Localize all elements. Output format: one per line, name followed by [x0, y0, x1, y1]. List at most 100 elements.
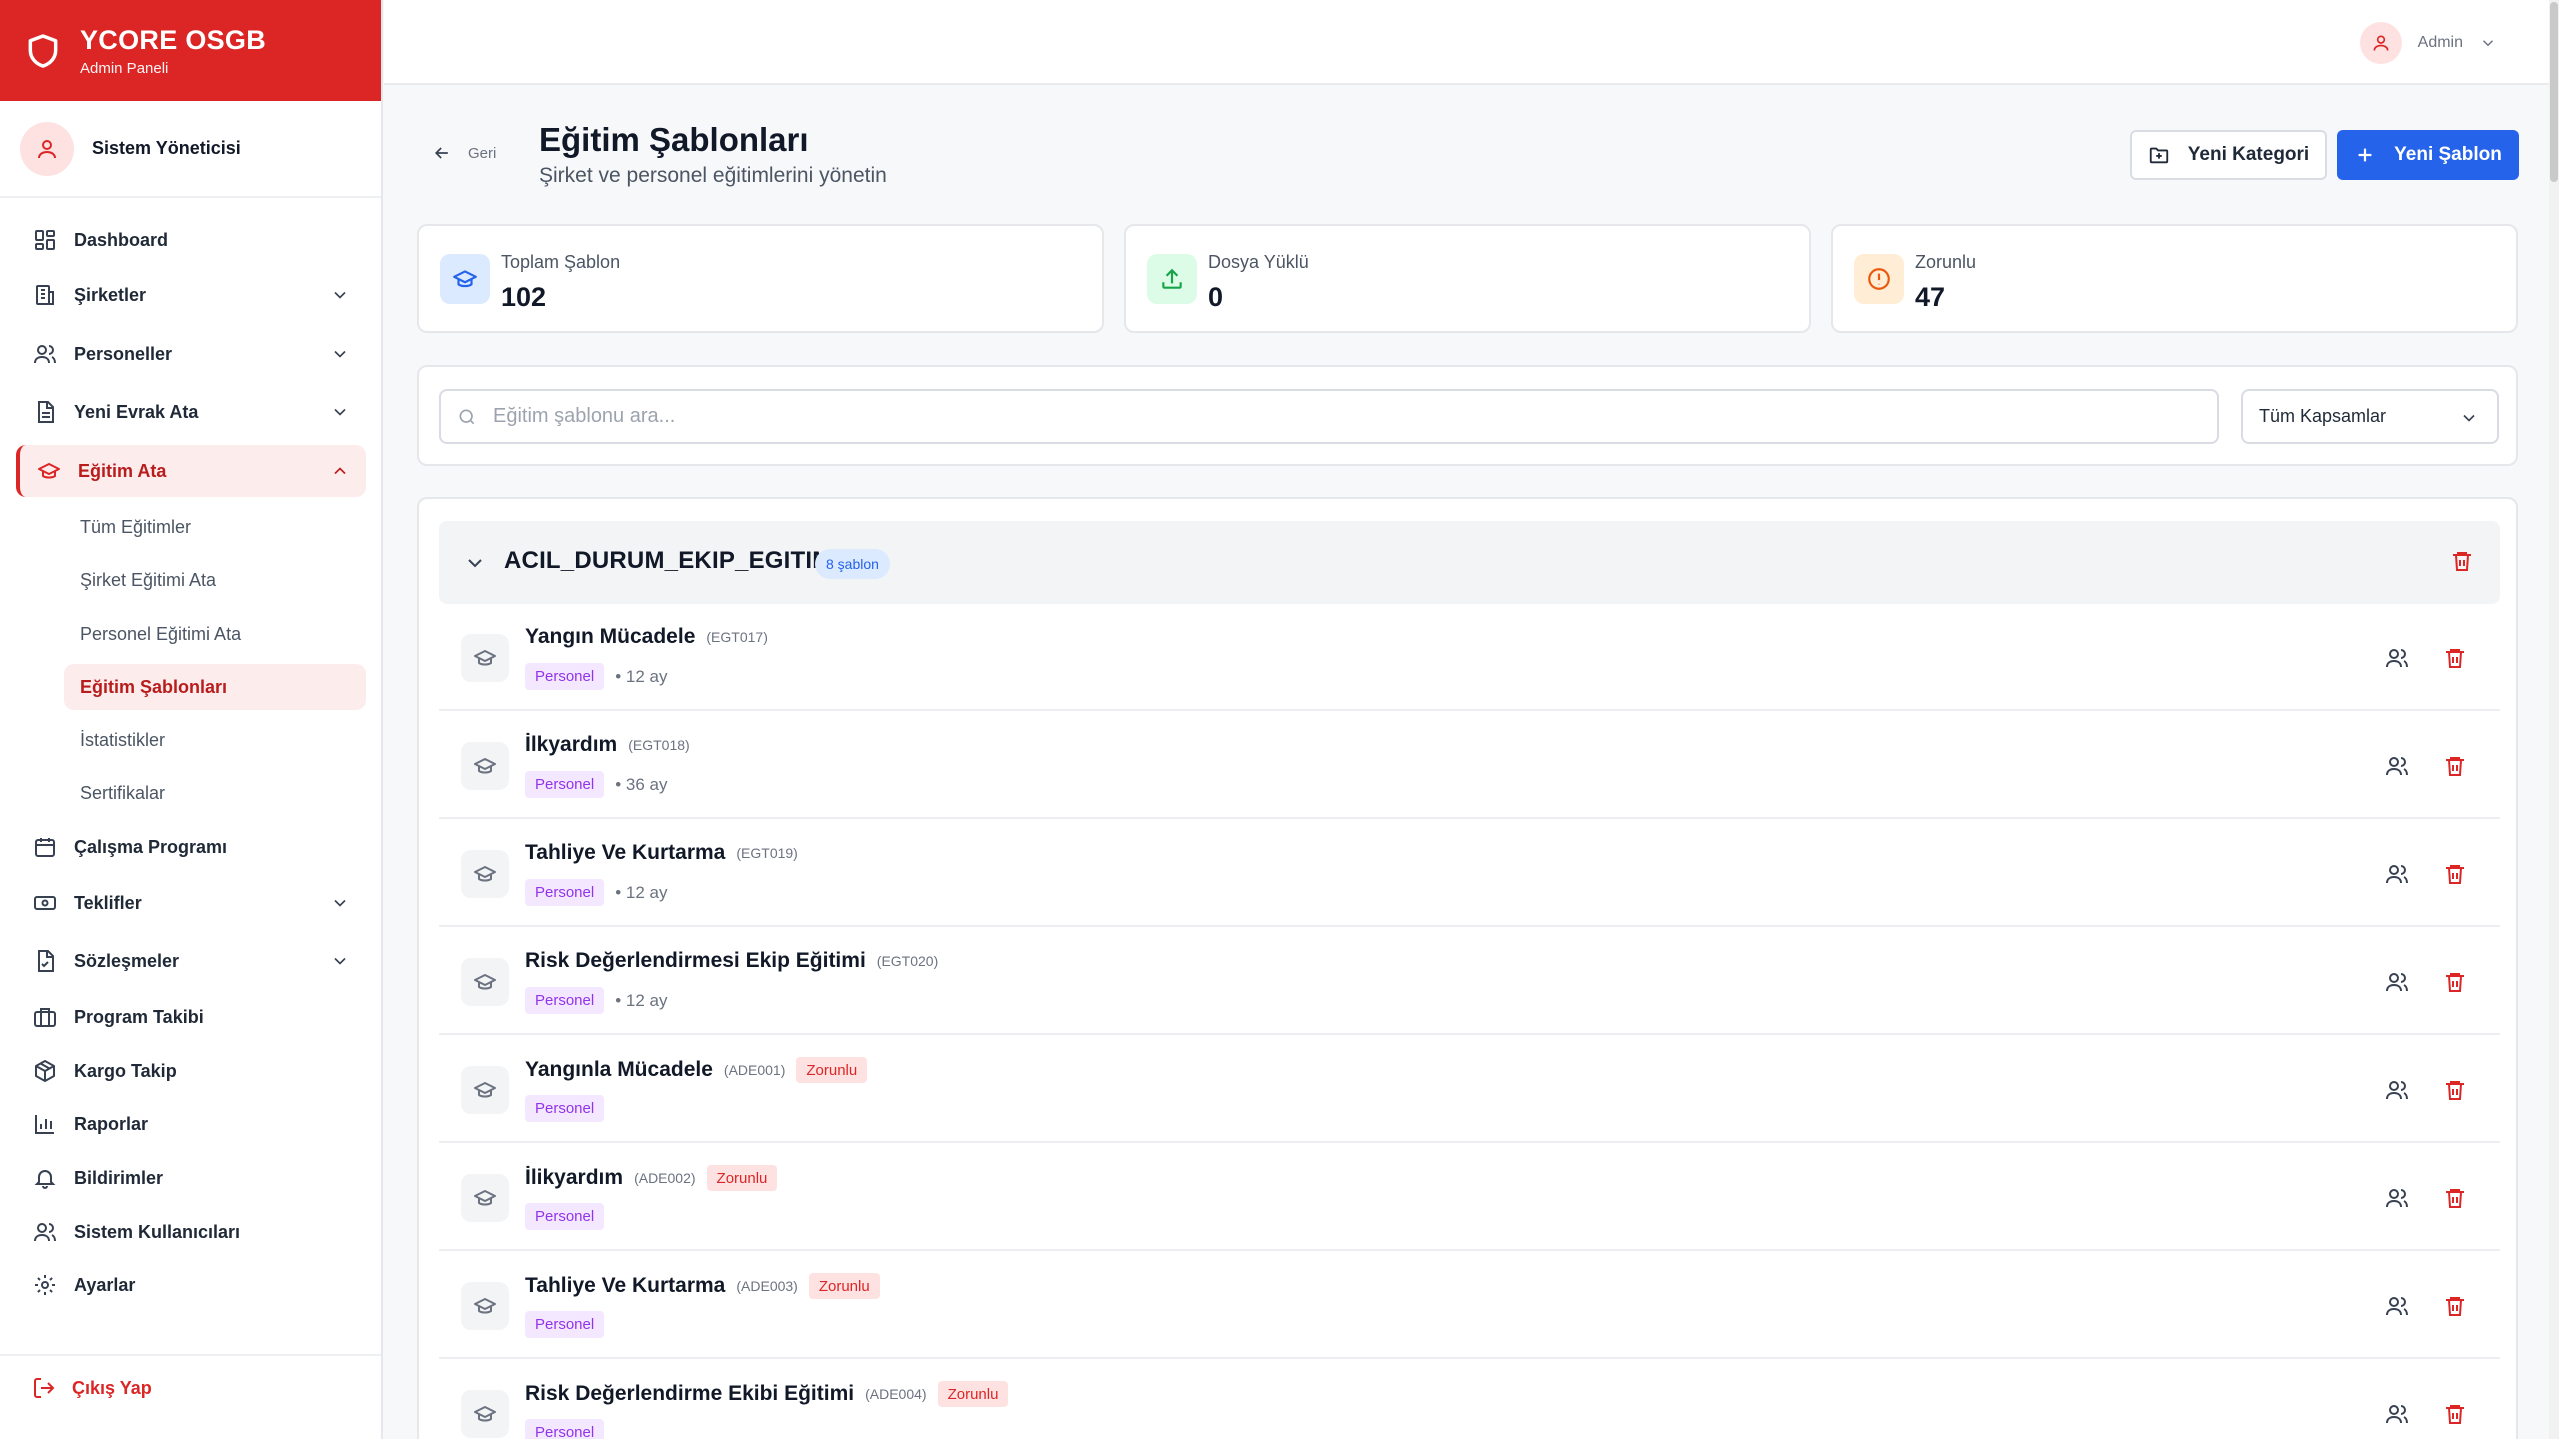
- sidebar-item-label: Eğitim Ata: [78, 460, 167, 481]
- graduation-cap-icon: [474, 1190, 496, 1206]
- assign-users-icon[interactable]: [2385, 1294, 2409, 1318]
- category-header[interactable]: ACIL_DURUM_EKIP_EGITIM 8 şablon: [439, 521, 2500, 604]
- assign-users-icon[interactable]: [2385, 1402, 2409, 1426]
- back-button[interactable]: Geri: [432, 143, 496, 163]
- template-code: (EGT018): [628, 737, 690, 753]
- sidebar-item-personeller[interactable]: Personeller: [16, 328, 366, 380]
- sidebar-item-label: Yeni Evrak Ata: [74, 401, 199, 422]
- sidebar-subitem-egitim-sablonlari[interactable]: Eğitim Şablonları: [64, 664, 366, 710]
- sidebar-item-label: Teklifler: [74, 892, 142, 913]
- required-badge: Zorunlu: [808, 1273, 880, 1299]
- sidebar-subitem-sertifikalar[interactable]: Sertifikalar: [64, 770, 366, 816]
- calendar-icon: [35, 838, 55, 857]
- trash-icon[interactable]: [2443, 1078, 2467, 1102]
- scope-select[interactable]: Tüm Kapsamlar: [2241, 389, 2499, 444]
- trash-icon[interactable]: [2443, 754, 2467, 778]
- assign-users-icon[interactable]: [2385, 754, 2409, 778]
- template-name: İlikyardım: [525, 1166, 624, 1189]
- back-label: Geri: [468, 144, 497, 162]
- assign-users-icon[interactable]: [2385, 862, 2409, 886]
- sidebar-item-egitim-ata[interactable]: Eğitim Ata: [16, 445, 366, 497]
- search-icon: [459, 409, 475, 424]
- topbar: Admin: [384, 0, 2549, 85]
- logout-label: Çıkış Yap: [72, 1377, 152, 1398]
- user-menu[interactable]: Admin: [2359, 22, 2497, 64]
- sidebar-item-sistem-kullanicilari[interactable]: Sistem Kullanıcıları: [16, 1206, 366, 1258]
- stat-label: Toplam Şablon: [501, 252, 621, 272]
- template-name: Risk Değerlendirmesi Ekip Eğitimi: [525, 949, 866, 972]
- trash-icon[interactable]: [2443, 862, 2467, 886]
- stat-value: 47: [1915, 282, 1946, 312]
- template-row: Tahliye Ve Kurtarma (EGT019) Personel • …: [439, 820, 2500, 927]
- brand-title: YCORE OSGB: [80, 24, 267, 55]
- sidebar-item-teklifler[interactable]: Teklifler: [16, 877, 366, 929]
- sidebar-item-label: Raporlar: [74, 1113, 149, 1134]
- stat-card-required: Zorunlu 47: [1831, 224, 2518, 333]
- user-icon: [2373, 35, 2389, 51]
- sidebar-item-label: Personeller: [74, 343, 173, 364]
- trash-icon[interactable]: [2443, 970, 2467, 994]
- search-box[interactable]: [439, 389, 2219, 444]
- new-template-label: Yeni Şablon: [2394, 144, 2502, 165]
- graduation-cap-icon: [474, 974, 496, 990]
- assign-users-icon[interactable]: [2385, 646, 2409, 670]
- assign-users-icon[interactable]: [2385, 1186, 2409, 1210]
- bar-chart-icon: [35, 1115, 54, 1134]
- sidebar-subitem-sirket-egitimi[interactable]: Şirket Eğitimi Ata: [64, 557, 366, 603]
- new-template-button[interactable]: Yeni Şablon: [2337, 130, 2519, 180]
- sidebar-item-bildirimler[interactable]: Bildirimler: [16, 1152, 366, 1204]
- chevron-down-icon: [334, 408, 346, 416]
- category-count-badge: 8 şablon: [815, 549, 890, 579]
- search-input[interactable]: [493, 405, 2193, 428]
- scope-tag: Personel: [525, 771, 605, 798]
- plus-icon: [2358, 148, 2372, 162]
- sidebar-item-yeni-evrak[interactable]: Yeni Evrak Ata: [16, 386, 366, 438]
- graduation-cap-icon: [474, 1082, 496, 1098]
- scope-select-value: Tüm Kapsamlar: [2259, 406, 2387, 426]
- scrollbar-thumb[interactable]: [2550, 2, 2558, 182]
- sidebar-item-sozlesmeler[interactable]: Sözleşmeler: [16, 935, 366, 987]
- stat-card-uploaded: Dosya Yüklü 0: [1124, 224, 1811, 333]
- template-name: İlkyardım: [525, 733, 618, 756]
- folder-plus-icon: [2149, 147, 2168, 164]
- sidebar-item-kargo-takip[interactable]: Kargo Takip: [16, 1045, 366, 1097]
- template-duration: • 12 ay: [615, 990, 668, 1010]
- sidebar-item-label: Sistem Kullanıcıları: [74, 1221, 241, 1242]
- template-icon-box: [461, 1390, 509, 1438]
- shield-icon: [28, 33, 58, 68]
- sidebar-item-label: Şirketler: [74, 284, 147, 305]
- graduation-cap-icon: [474, 650, 496, 666]
- page-title: Eğitim Şablonları: [539, 121, 809, 158]
- sidebar-subitem-tum-egitimler[interactable]: Tüm Eğitimler: [64, 504, 366, 550]
- sidebar-item-sirketler[interactable]: Şirketler: [16, 269, 366, 321]
- trash-icon[interactable]: [2443, 1402, 2467, 1426]
- template-icon-box: [461, 1066, 509, 1114]
- profile-name: Sistem Yöneticisi: [92, 138, 241, 158]
- contract-icon: [38, 950, 54, 972]
- scrollbar[interactable]: [2549, 0, 2559, 1439]
- stat-label: Zorunlu: [1915, 252, 1977, 272]
- template-code: (ADE003): [736, 1278, 798, 1294]
- sidebar-subitem-personel-egitimi[interactable]: Personel Eğitimi Ata: [64, 611, 366, 657]
- chevron-down-icon: [334, 899, 346, 907]
- sidebar-item-calisma-programi[interactable]: Çalışma Programı: [16, 821, 366, 873]
- assign-users-icon[interactable]: [2385, 970, 2409, 994]
- assign-users-icon[interactable]: [2385, 1078, 2409, 1102]
- sidebar-subitem-istatistikler[interactable]: İstatistikler: [64, 717, 366, 763]
- logout-button[interactable]: Çıkış Yap: [32, 1376, 152, 1400]
- sidebar-item-label: Program Takibi: [74, 1006, 204, 1027]
- trash-icon[interactable]: [2443, 1186, 2467, 1210]
- template-icon-box: [461, 1282, 509, 1330]
- trash-icon[interactable]: [2443, 1294, 2467, 1318]
- sidebar-item-ayarlar[interactable]: Ayarlar: [16, 1259, 366, 1311]
- sidebar-item-program-takibi[interactable]: Program Takibi: [16, 991, 366, 1043]
- trash-icon[interactable]: [2450, 549, 2474, 573]
- gear-icon: [35, 1275, 55, 1295]
- sidebar-item-raporlar[interactable]: Raporlar: [16, 1098, 366, 1150]
- building-icon: [36, 285, 54, 305]
- chevron-down-icon[interactable]: [463, 551, 487, 575]
- trash-icon[interactable]: [2443, 646, 2467, 670]
- new-category-button[interactable]: Yeni Kategori: [2130, 130, 2327, 180]
- package-icon: [35, 1060, 55, 1082]
- sidebar-item-dashboard[interactable]: Dashboard: [16, 214, 366, 266]
